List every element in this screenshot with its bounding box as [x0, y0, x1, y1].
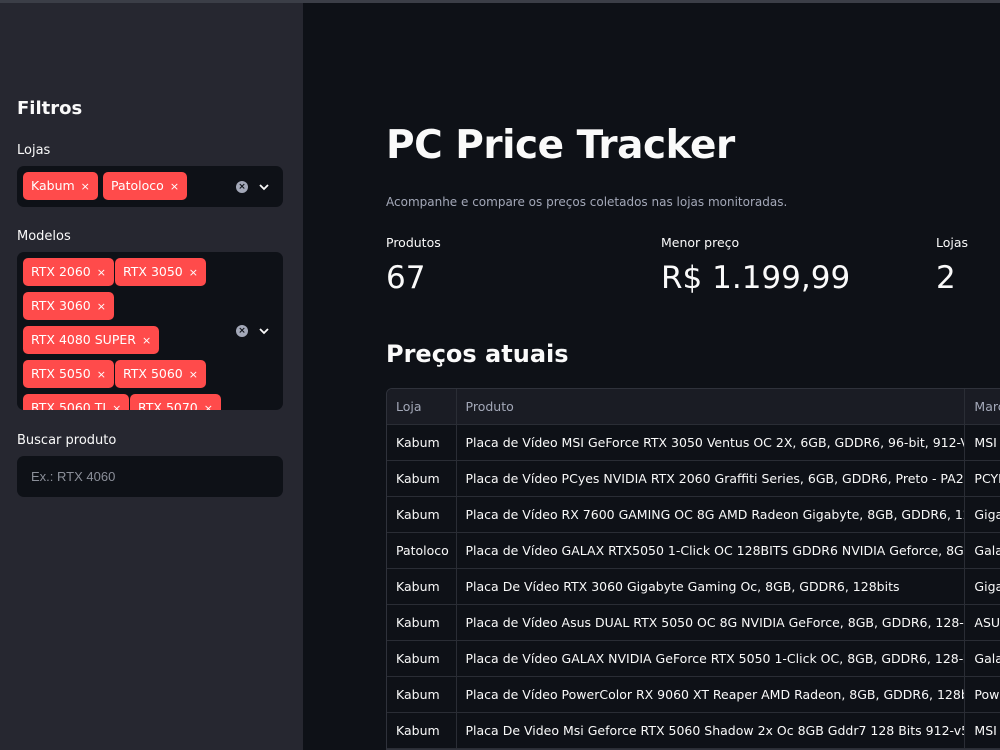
cell-loja: Kabum: [387, 497, 457, 532]
section-title: Preços atuais: [386, 340, 569, 368]
chip-remove-icon[interactable]: ×: [189, 259, 198, 287]
prices-table[interactable]: Loja Produto Marca Kabum Placa de Vídeo …: [386, 388, 1000, 750]
buscar-field-wrapper: [17, 456, 283, 497]
cell-marca: MSI: [974, 435, 997, 450]
cell-produto: Placa de Vídeo MSI GeForce RTX 3050 Vent…: [457, 425, 966, 460]
chip-rtx-3050: RTX 3050 ×: [115, 258, 206, 286]
cell-marca: ASUS: [974, 615, 1000, 630]
chip-label: Patoloco: [111, 178, 164, 193]
metric-label: Menor preço: [661, 235, 740, 250]
page-caption: Acompanhe e compare os preços coletados …: [386, 195, 788, 209]
table-row[interactable]: Kabum Placa de Vídeo PowerColor RX 9060 …: [387, 677, 1000, 713]
chip-rtx-3060: RTX 3060 ×: [23, 292, 114, 320]
cell-loja: Kabum: [387, 425, 457, 460]
metric-label: Produtos: [386, 235, 441, 250]
chip-rtx-2060: RTX 2060 ×: [23, 258, 114, 286]
modelos-multiselect[interactable]: RTX 2060 × RTX 3050 × RTX 3060 × RTX 4080 S…: [17, 252, 283, 410]
chip-remove-icon[interactable]: ×: [97, 259, 106, 287]
cell-marca: MSI: [974, 723, 997, 738]
chip-remove-icon[interactable]: ×: [170, 173, 179, 201]
table-row[interactable]: Kabum Placa De Video Msi Geforce RTX 506…: [387, 713, 1000, 749]
sidebar-title: Filtros: [17, 98, 83, 119]
chevron-down-icon[interactable]: [258, 325, 270, 337]
cell-marca: Galax: [974, 651, 1000, 666]
chip-remove-icon[interactable]: ×: [81, 173, 90, 201]
column-header-produto[interactable]: Produto: [457, 389, 966, 424]
cell-produto: Placa de Vídeo RX 7600 GAMING OC 8G AMD …: [457, 497, 966, 532]
clear-all-icon[interactable]: ×: [236, 325, 248, 337]
chip-label: RTX 4080 SUPER: [31, 332, 136, 347]
chip-rtx-5060: RTX 5060 ×: [115, 360, 206, 388]
cell-loja: Patoloco: [387, 533, 457, 568]
cell-produto: Placa de Vídeo PCyes NVIDIA RTX 2060 Gra…: [457, 461, 966, 496]
search-input[interactable]: [17, 456, 283, 497]
cell-marca: Gigabyte: [974, 579, 1000, 594]
chip-label: RTX 5060 TI: [31, 400, 107, 410]
main-content: PC Price Tracker Acompanhe e compare os …: [303, 3, 1000, 750]
chip-label: RTX 5050: [31, 366, 91, 381]
chip-remove-icon[interactable]: ×: [112, 395, 121, 410]
table-row[interactable]: Kabum Placa de Vídeo RX 7600 GAMING OC 8…: [387, 497, 1000, 533]
cell-produto: Placa De Video Msi Geforce RTX 5060 Shad…: [457, 713, 966, 748]
chip-rtx-5060-ti: RTX 5060 TI ×: [23, 394, 130, 410]
chip-label: RTX 5070: [138, 400, 198, 410]
chip-kabum: Kabum ×: [23, 172, 98, 200]
table-row[interactable]: Kabum Placa de Vídeo Asus DUAL RTX 5050 …: [387, 605, 1000, 641]
chip-remove-icon[interactable]: ×: [189, 361, 198, 389]
chip-remove-icon[interactable]: ×: [204, 395, 213, 410]
chip-label: Kabum: [31, 178, 75, 193]
cell-marca: PCYES: [974, 471, 1000, 486]
chip-rtx-5070: RTX 5070 ×: [130, 394, 221, 410]
cell-produto: Placa de Vídeo GALAX NVIDIA GeForce RTX …: [457, 641, 966, 676]
metric-produtos: Produtos 67: [386, 235, 441, 296]
chip-label: RTX 5060: [123, 366, 183, 381]
cell-loja: Kabum: [387, 641, 457, 676]
page-title: PC Price Tracker: [386, 123, 735, 168]
table-header-row: Loja Produto Marca: [387, 389, 1000, 425]
buscar-label: Buscar produto: [17, 433, 117, 448]
chip-rtx-5050: RTX 5050 ×: [23, 360, 114, 388]
column-header-marca[interactable]: Marca: [965, 389, 1000, 424]
chip-rtx-4080-super: RTX 4080 SUPER ×: [23, 326, 160, 355]
metric-lojas: Lojas 2: [936, 235, 968, 296]
chip-label: RTX 2060: [31, 264, 91, 279]
table-row[interactable]: Kabum Placa de Vídeo PCyes NVIDIA RTX 20…: [387, 461, 1000, 497]
modelos-label: Modelos: [17, 229, 71, 244]
metric-menor-preco: Menor preço R$ 1.199,99: [661, 235, 850, 296]
metric-value: 2: [936, 260, 956, 296]
table-row[interactable]: Kabum Placa De Vídeo RTX 3060 Gigabyte G…: [387, 569, 1000, 605]
cell-produto: Placa De Vídeo RTX 3060 Gigabyte Gaming …: [457, 569, 966, 604]
chip-remove-icon[interactable]: ×: [142, 327, 151, 355]
cell-loja: Kabum: [387, 569, 457, 604]
chip-remove-icon[interactable]: ×: [97, 293, 106, 321]
cell-loja: Kabum: [387, 677, 457, 712]
cell-produto: Placa de Vídeo PowerColor RX 9060 XT Rea…: [457, 677, 966, 712]
metric-value: R$ 1.199,99: [661, 260, 851, 296]
lojas-multiselect[interactable]: Kabum × Patoloco × ×: [17, 166, 283, 207]
cell-marca: PowerColor: [974, 687, 1000, 702]
cell-marca: Galax: [974, 543, 1000, 558]
chip-patoloco: Patoloco ×: [103, 172, 188, 201]
chip-label: RTX 3060: [31, 298, 91, 313]
lojas-label: Lojas: [17, 143, 51, 158]
table-row[interactable]: Kabum Placa de Vídeo GALAX NVIDIA GeForc…: [387, 641, 1000, 677]
column-header-loja[interactable]: Loja: [387, 389, 457, 424]
cell-loja: Kabum: [387, 713, 457, 748]
cell-marca: Gigabyte: [974, 507, 1000, 522]
cell-produto: Placa de Vídeo GALAX RTX5050 1-Click OC …: [457, 533, 966, 568]
chip-remove-icon[interactable]: ×: [97, 361, 106, 389]
chip-label: RTX 3050: [123, 264, 183, 279]
metric-value: 67: [386, 260, 426, 296]
clear-all-icon[interactable]: ×: [236, 181, 248, 193]
table-row[interactable]: Patoloco Placa de Vídeo GALAX RTX5050 1-…: [387, 533, 1000, 569]
table-row[interactable]: Kabum Placa de Vídeo MSI GeForce RTX 305…: [387, 425, 1000, 461]
cell-loja: Kabum: [387, 461, 457, 496]
sidebar: Filtros Lojas Kabum × Patoloco × × Modelos…: [0, 3, 303, 750]
chevron-down-icon[interactable]: [258, 181, 270, 193]
cell-loja: Kabum: [387, 605, 457, 640]
metric-label: Lojas: [936, 235, 969, 250]
cell-produto: Placa de Vídeo Asus DUAL RTX 5050 OC 8G …: [457, 605, 966, 640]
